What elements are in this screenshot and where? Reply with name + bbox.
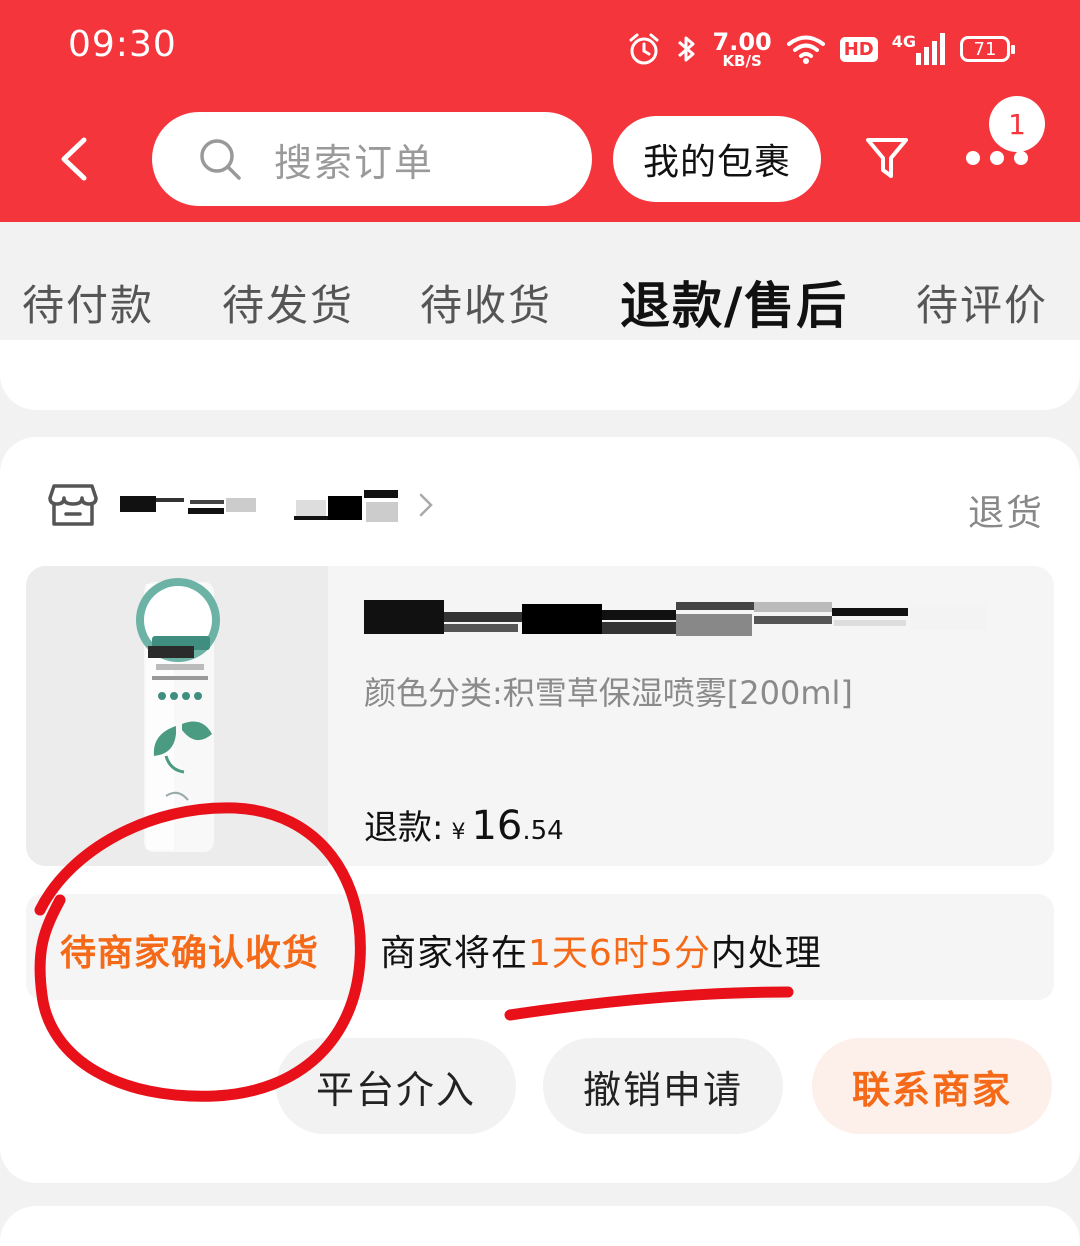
- alarm-icon: [629, 33, 658, 65]
- more-dot: [966, 151, 980, 165]
- status-deadline: 1天6时5分: [528, 933, 711, 974]
- wifi-icon: [786, 35, 825, 64]
- net-speed: 7.00 KB/S: [713, 30, 772, 69]
- back-arrow-icon[interactable]: [54, 134, 94, 184]
- status-icons: 7.00 KB/S HD 4G 71: [627, 26, 1015, 72]
- tab-pending-receipt[interactable]: 待收货: [420, 272, 552, 333]
- previous-order-card: [0, 340, 1080, 410]
- status-desc-prefix: 商家将在: [380, 933, 529, 974]
- search-icon: [200, 139, 241, 180]
- net-speed-unit: KB/S: [722, 51, 762, 70]
- tab-refund-aftersale[interactable]: 退款/售后: [620, 266, 848, 338]
- battery-level: 71: [973, 38, 997, 60]
- amount-integer: 16: [471, 803, 523, 849]
- search-placeholder: 搜索订单: [274, 140, 435, 185]
- status-desc-suffix: 内处理: [710, 933, 822, 974]
- hd-badge: HD: [839, 36, 878, 62]
- top-header: 09:30 7.00 KB/S HD 4G 71 搜索订单 我的包裹 1: [0, 0, 1080, 222]
- refund-status-desc: 商家将在1天6时5分内处理: [380, 924, 822, 976]
- store-name-redacted[interactable]: [118, 486, 400, 524]
- refund-amount: 退款: ¥ 16 .54: [364, 800, 564, 849]
- network-type: 4G: [891, 31, 916, 51]
- product-spec: 颜色分类:积雪草保湿喷雾[200ml]: [364, 674, 853, 712]
- tab-pending-shipment[interactable]: 待发货: [222, 272, 354, 333]
- tab-pending-payment[interactable]: 待付款: [22, 272, 154, 333]
- cancel-request-button[interactable]: 撤销申请: [543, 1038, 783, 1134]
- contact-merchant-button[interactable]: 联系商家: [812, 1038, 1052, 1134]
- signal-icon: [916, 33, 945, 65]
- more-dot: [990, 151, 1004, 165]
- net-speed-value: 7.00: [712, 27, 772, 56]
- battery-icon: 71: [960, 36, 1015, 62]
- refund-status-title: 待商家确认收货: [60, 933, 320, 974]
- refund-type-label: 退货: [968, 493, 1045, 534]
- more-badge: 1: [989, 96, 1045, 152]
- platform-intervene-button[interactable]: 平台介入: [276, 1038, 516, 1134]
- spray-bottle-image: [26, 566, 328, 866]
- amount-decimal: .54: [522, 816, 564, 846]
- product-image[interactable]: [26, 566, 328, 866]
- bluetooth-icon: [677, 36, 694, 62]
- status-bar: 09:30 7.00 KB/S HD 4G 71: [0, 0, 1080, 96]
- filter-icon[interactable]: [864, 134, 910, 182]
- currency-symbol: ¥: [451, 820, 466, 845]
- refund-label: 退款:: [364, 808, 444, 848]
- tab-pending-review[interactable]: 待评价: [916, 272, 1048, 333]
- chevron-right-icon[interactable]: [418, 492, 434, 518]
- store-icon: [48, 484, 98, 526]
- my-packages-button[interactable]: 我的包裹: [613, 116, 821, 202]
- next-order-card: [0, 1206, 1080, 1246]
- product-title-redacted[interactable]: [364, 594, 990, 640]
- more-dot: [1014, 151, 1028, 165]
- search-input[interactable]: 搜索订单: [152, 112, 592, 206]
- status-time: 09:30: [68, 24, 177, 65]
